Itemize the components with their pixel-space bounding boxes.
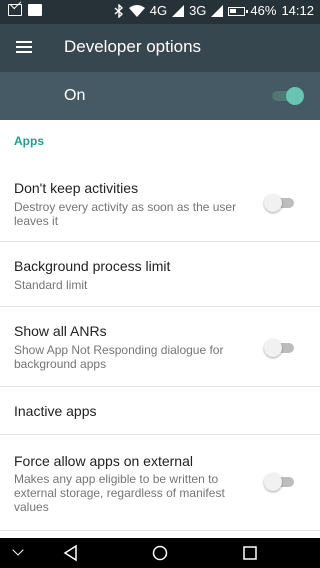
- setting-subtitle: Destroy every activity as soon as the us…: [14, 200, 237, 228]
- setting-title: Background process limit: [14, 258, 171, 274]
- setting-subtitle: Show App Not Responding dialogue for bac…: [14, 343, 224, 371]
- back-icon[interactable]: [62, 544, 80, 562]
- show-all-anrs-switch[interactable]: [264, 339, 296, 357]
- mail-icon: [8, 4, 22, 16]
- setting-title: Force allow apps on external: [14, 453, 193, 469]
- signal-icon: [172, 5, 185, 17]
- network-type-label-2: 3G: [189, 3, 207, 18]
- setting-subtitle: Standard limit: [14, 278, 88, 292]
- master-switch[interactable]: [272, 87, 304, 105]
- hamburger-menu-icon[interactable]: [14, 38, 34, 58]
- section-header-apps: Apps: [14, 134, 44, 148]
- dont-keep-activities-switch[interactable]: [264, 194, 296, 212]
- wifi-icon: [128, 5, 145, 17]
- settings-list: Apps Don't keep activities Destroy every…: [0, 120, 320, 538]
- image-icon: [28, 4, 42, 16]
- battery-icon: [228, 6, 249, 16]
- setting-title: Show all ANRs: [14, 323, 107, 339]
- home-icon[interactable]: [151, 544, 169, 562]
- setting-title: Don't keep activities: [14, 180, 139, 196]
- setting-title: Inactive apps: [14, 403, 97, 419]
- setting-force-allow-external[interactable]: Force allow apps on external Makes any a…: [0, 435, 320, 531]
- setting-dont-keep-activities[interactable]: Don't keep activities Destroy every acti…: [0, 162, 320, 242]
- status-bar: 4G 3G 46% 14:12: [0, 0, 320, 24]
- master-switch-bar[interactable]: On: [0, 72, 320, 120]
- battery-percent: 46%: [250, 3, 277, 18]
- setting-show-all-anrs[interactable]: Show all ANRs Show App Not Responding di…: [0, 307, 320, 387]
- setting-subtitle: Makes any app eligible to be written to …: [14, 472, 225, 514]
- app-bar: Developer options: [0, 24, 320, 72]
- master-switch-label: On: [64, 87, 86, 104]
- setting-inactive-apps[interactable]: Inactive apps: [0, 387, 320, 435]
- chevron-down-icon[interactable]: [10, 544, 28, 562]
- system-icons: 4G 3G 46% 14:12: [114, 3, 314, 19]
- signal-icon-2: [211, 5, 224, 17]
- force-allow-external-switch[interactable]: [264, 473, 296, 491]
- notification-icons: [8, 4, 42, 16]
- clock: 14:12: [281, 3, 314, 18]
- setting-background-process-limit[interactable]: Background process limit Standard limit: [0, 242, 320, 307]
- navigation-bar: [0, 538, 320, 568]
- network-type-label: 4G: [149, 3, 168, 18]
- page-title: Developer options: [64, 37, 202, 56]
- recents-icon[interactable]: [241, 544, 259, 562]
- bluetooth-icon: [114, 4, 123, 18]
